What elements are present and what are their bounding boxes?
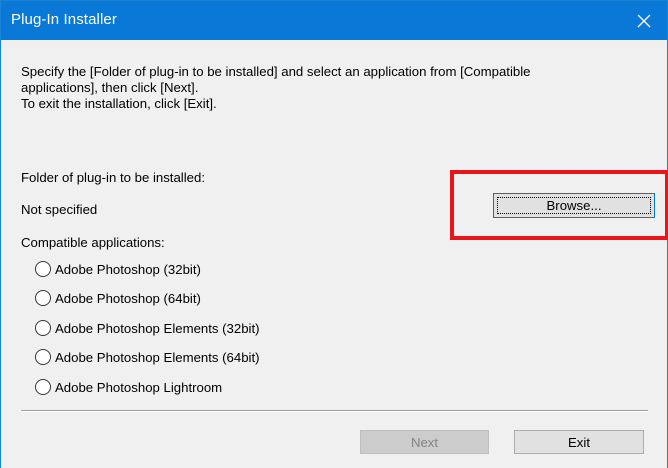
title-bar[interactable]: Plug-In Installer	[1, 1, 667, 40]
window-title: Plug-In Installer	[11, 11, 117, 28]
app-option-label: Adobe Photoshop Elements (32bit)	[55, 320, 260, 336]
app-option-photoshop-32[interactable]: Adobe Photoshop (32bit)	[35, 259, 201, 279]
app-option-elements-32[interactable]: Adobe Photoshop Elements (32bit)	[35, 318, 260, 338]
app-option-lightroom[interactable]: Adobe Photoshop Lightroom	[35, 377, 222, 397]
folder-value: Not specified	[21, 202, 98, 217]
next-button-label: Next	[410, 434, 439, 450]
radio-button[interactable]	[35, 261, 51, 277]
app-option-label: Adobe Photoshop Lightroom	[55, 379, 223, 395]
exit-button-label: Exit	[568, 434, 590, 450]
browse-button-label: Browse...	[546, 198, 602, 213]
app-option-label: Adobe Photoshop (32bit)	[55, 261, 201, 277]
close-icon	[637, 14, 651, 27]
applications-label: Compatible applications:	[21, 235, 165, 250]
radio-button[interactable]	[35, 320, 51, 336]
radio-button[interactable]	[35, 290, 51, 306]
separator-line	[21, 410, 648, 412]
app-option-photoshop-64[interactable]: Adobe Photoshop (64bit)	[35, 288, 201, 308]
instruction-line: applications], then click [Next].	[21, 80, 199, 95]
radio-button[interactable]	[35, 349, 51, 365]
app-option-label: Adobe Photoshop Elements (64bit)	[55, 349, 260, 365]
close-button[interactable]	[621, 1, 667, 40]
browse-button[interactable]: Browse...	[493, 193, 655, 218]
installer-window: Plug-In Installer Specify the [Folder of…	[0, 0, 668, 468]
instructions-text: Specify the [Folder of plug-in to be ins…	[21, 64, 651, 112]
app-option-label: Adobe Photoshop (64bit)	[55, 290, 201, 306]
exit-button[interactable]: Exit	[514, 430, 644, 454]
instruction-line: Specify the [Folder of plug-in to be ins…	[21, 64, 531, 79]
radio-button[interactable]	[35, 379, 51, 395]
next-button[interactable]: Next	[360, 430, 489, 454]
dialog-content: Specify the [Folder of plug-in to be ins…	[1, 40, 668, 468]
folder-label: Folder of plug-in to be installed:	[21, 170, 206, 185]
app-option-elements-64[interactable]: Adobe Photoshop Elements (64bit)	[35, 347, 260, 367]
instruction-line: To exit the installation, click [Exit].	[21, 96, 217, 111]
